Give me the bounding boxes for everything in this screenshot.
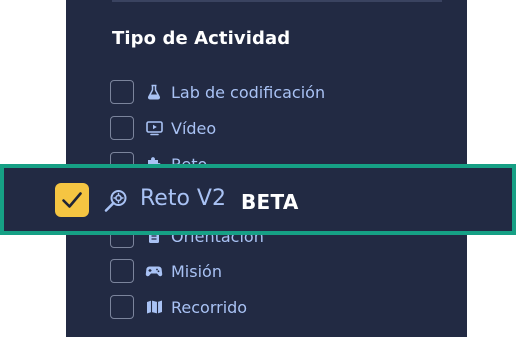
filter-item-lab[interactable]: Lab de codificación [110, 79, 325, 105]
checkbox-checked[interactable] [55, 183, 89, 217]
map-icon [145, 298, 163, 316]
item-label: Lab de codificación [171, 82, 326, 102]
filter-item-mision[interactable]: Misión [110, 258, 222, 284]
flask-icon [145, 83, 163, 101]
divider [112, 0, 442, 2]
gamepad-icon [145, 262, 163, 280]
item-label: Vídeo [171, 118, 217, 138]
item-label: Reto V2 [140, 186, 226, 211]
screenshot-stage: Tipo de Actividad Lab de codificación Ví… [0, 0, 516, 337]
section-title: Tipo de Actividad [112, 28, 291, 49]
checkbox[interactable] [110, 80, 134, 104]
video-icon [145, 119, 163, 137]
checkbox[interactable] [110, 295, 134, 319]
item-label: Recorrido [171, 297, 248, 317]
item-label: Misión [171, 261, 222, 281]
checkbox[interactable] [110, 116, 134, 140]
beta-badge: BETA [241, 190, 299, 214]
checkmark-icon [62, 192, 82, 208]
filter-item-video[interactable]: Vídeo [110, 115, 216, 141]
magnifier-icon [103, 188, 129, 214]
filter-item-recorrido[interactable]: Recorrido [110, 294, 247, 320]
checkbox[interactable] [110, 259, 134, 283]
highlighted-filter-item-reto-v2[interactable]: Reto V2 BETA [0, 164, 516, 235]
